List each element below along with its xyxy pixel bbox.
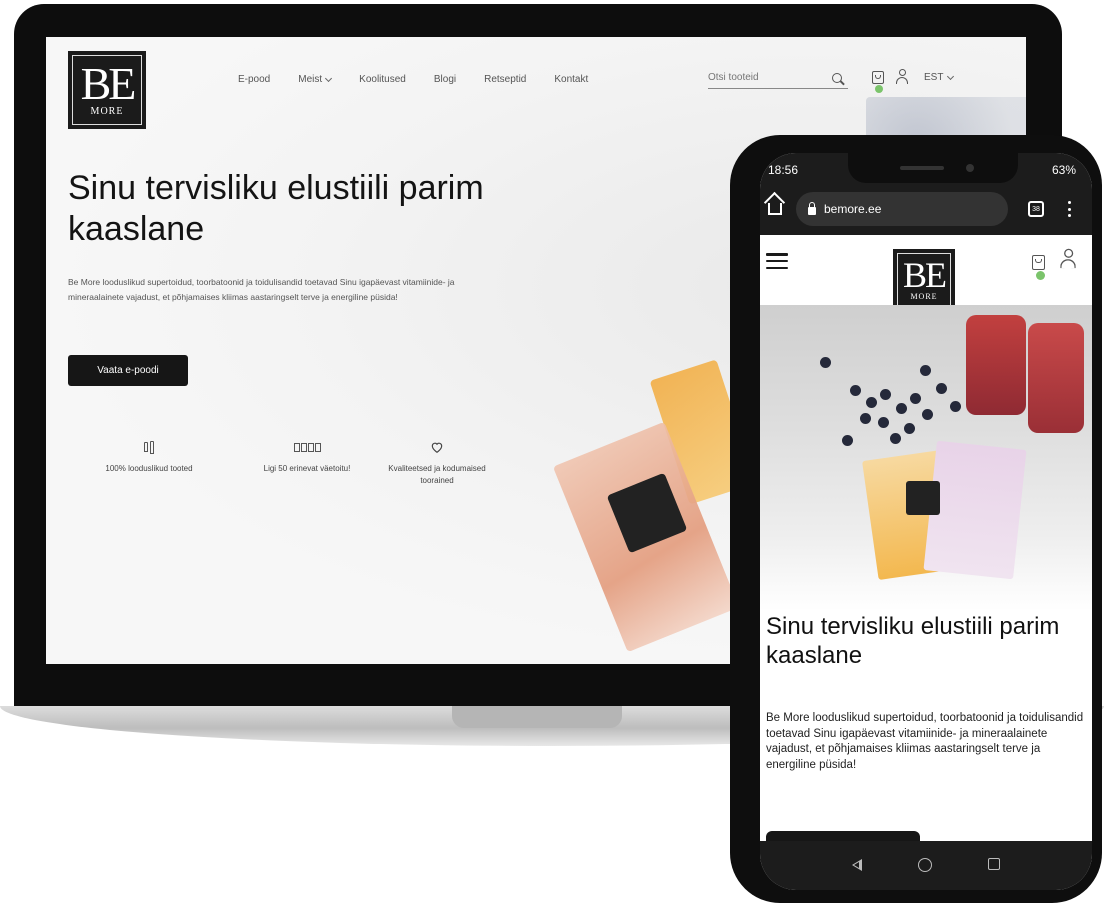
search-input[interactable] [708,72,808,83]
user-icon[interactable] [896,69,908,84]
nav-label: Blogi [433,74,457,85]
status-battery: 63% [1051,163,1076,177]
mobile-header: BE MORE [760,235,1092,311]
boxes-icon [242,437,372,457]
chevron-down-icon [325,74,333,82]
nav-item-retseptid[interactable]: Retseptid [484,74,526,85]
logo-text-more: MORE [910,291,938,301]
nav-item-kontakt[interactable]: Kontakt [554,74,588,85]
recent-apps-icon[interactable] [988,858,1000,870]
brand-logo[interactable]: BE MORE [893,249,955,311]
home-icon[interactable] [768,203,782,215]
nav-label: Koolitused [359,74,406,85]
bottles-icon [84,437,214,457]
logo-text-more: MORE [90,106,124,118]
nav-item-blogi[interactable]: Blogi [434,74,456,85]
nav-item-e-pood[interactable]: E-pood [238,74,270,85]
browser-toolbar: bemore.ee 38 [760,185,1092,235]
lock-icon [808,201,816,215]
nav-label: Retseptid [484,74,527,85]
feature-natural: 100% looduslikud tooted [84,437,214,475]
nav-item-meist[interactable]: Meist [298,74,333,85]
feature-text: 100% looduslikud tooted [105,464,193,473]
camera-icon [966,164,974,172]
home-button-icon[interactable] [918,858,932,872]
hero-description: Be More looduslikud supertoidud, toorbat… [766,712,1084,771]
user-icon[interactable] [1060,248,1076,269]
search-bar [708,67,848,89]
back-icon[interactable] [852,859,862,871]
cart-badge [1036,271,1045,280]
feature-variety: Ligi 50 erinevat väetoitu! [242,437,372,475]
smoothie-jar-image [966,315,1026,415]
more-options-icon[interactable] [1068,201,1072,217]
nav-label: Kontakt [554,74,589,85]
status-time: 18:56 [768,163,799,177]
main-nav: E-pood Meist Koolitused Blogi Retseptid … [238,74,616,85]
feature-text: Ligi 50 erinevat väetoitu! [263,464,351,473]
nav-label: E-pood [238,74,271,85]
cart-icon[interactable] [872,71,884,84]
nav-label: Meist [298,74,323,85]
package-logo-image [906,481,940,515]
heart-icon [372,437,502,457]
feature-quality: Kvaliteetsed ja kodumaised toorained [372,437,502,487]
url-bar[interactable]: bemore.ee [796,192,1008,226]
hero-title: Sinu tervisliku elustiili parim kaaslane [766,613,1060,669]
smoothie-jar-image [1028,323,1084,433]
hamburger-menu-icon[interactable] [766,253,788,269]
hero-image [760,305,1092,611]
hero-title: Sinu tervisliku elustiili parim kaaslane [68,169,484,248]
logo-text-be: BE [80,57,137,109]
chevron-down-icon [947,72,955,80]
search-icon[interactable] [832,72,842,83]
tab-count: 38 [1032,205,1040,213]
url-text: bemore.ee [824,202,882,216]
language-label: EST [924,72,944,83]
nav-item-koolitused[interactable]: Koolitused [359,74,406,85]
laptop-trackpad-notch [452,706,622,728]
logo-text-be: BE [902,255,947,296]
cart-badge [875,85,883,93]
phone-notch [848,153,1018,183]
hero-description: Be More looduslikud supertoidud, toorbat… [68,277,455,302]
feature-text: Kvaliteetsed ja kodumaised toorained [388,464,486,485]
cart-icon[interactable] [1032,255,1045,270]
language-selector[interactable]: EST [924,72,955,83]
tabs-icon[interactable]: 38 [1028,201,1044,217]
android-nav-bar [760,841,1092,890]
shop-cta-button[interactable]: Vaata e-poodi [68,355,188,386]
mobile-site: 18:56 63% bemore.ee 38 BE MORE Sinu terv… [760,153,1092,890]
brand-logo[interactable]: BE MORE [68,51,146,129]
